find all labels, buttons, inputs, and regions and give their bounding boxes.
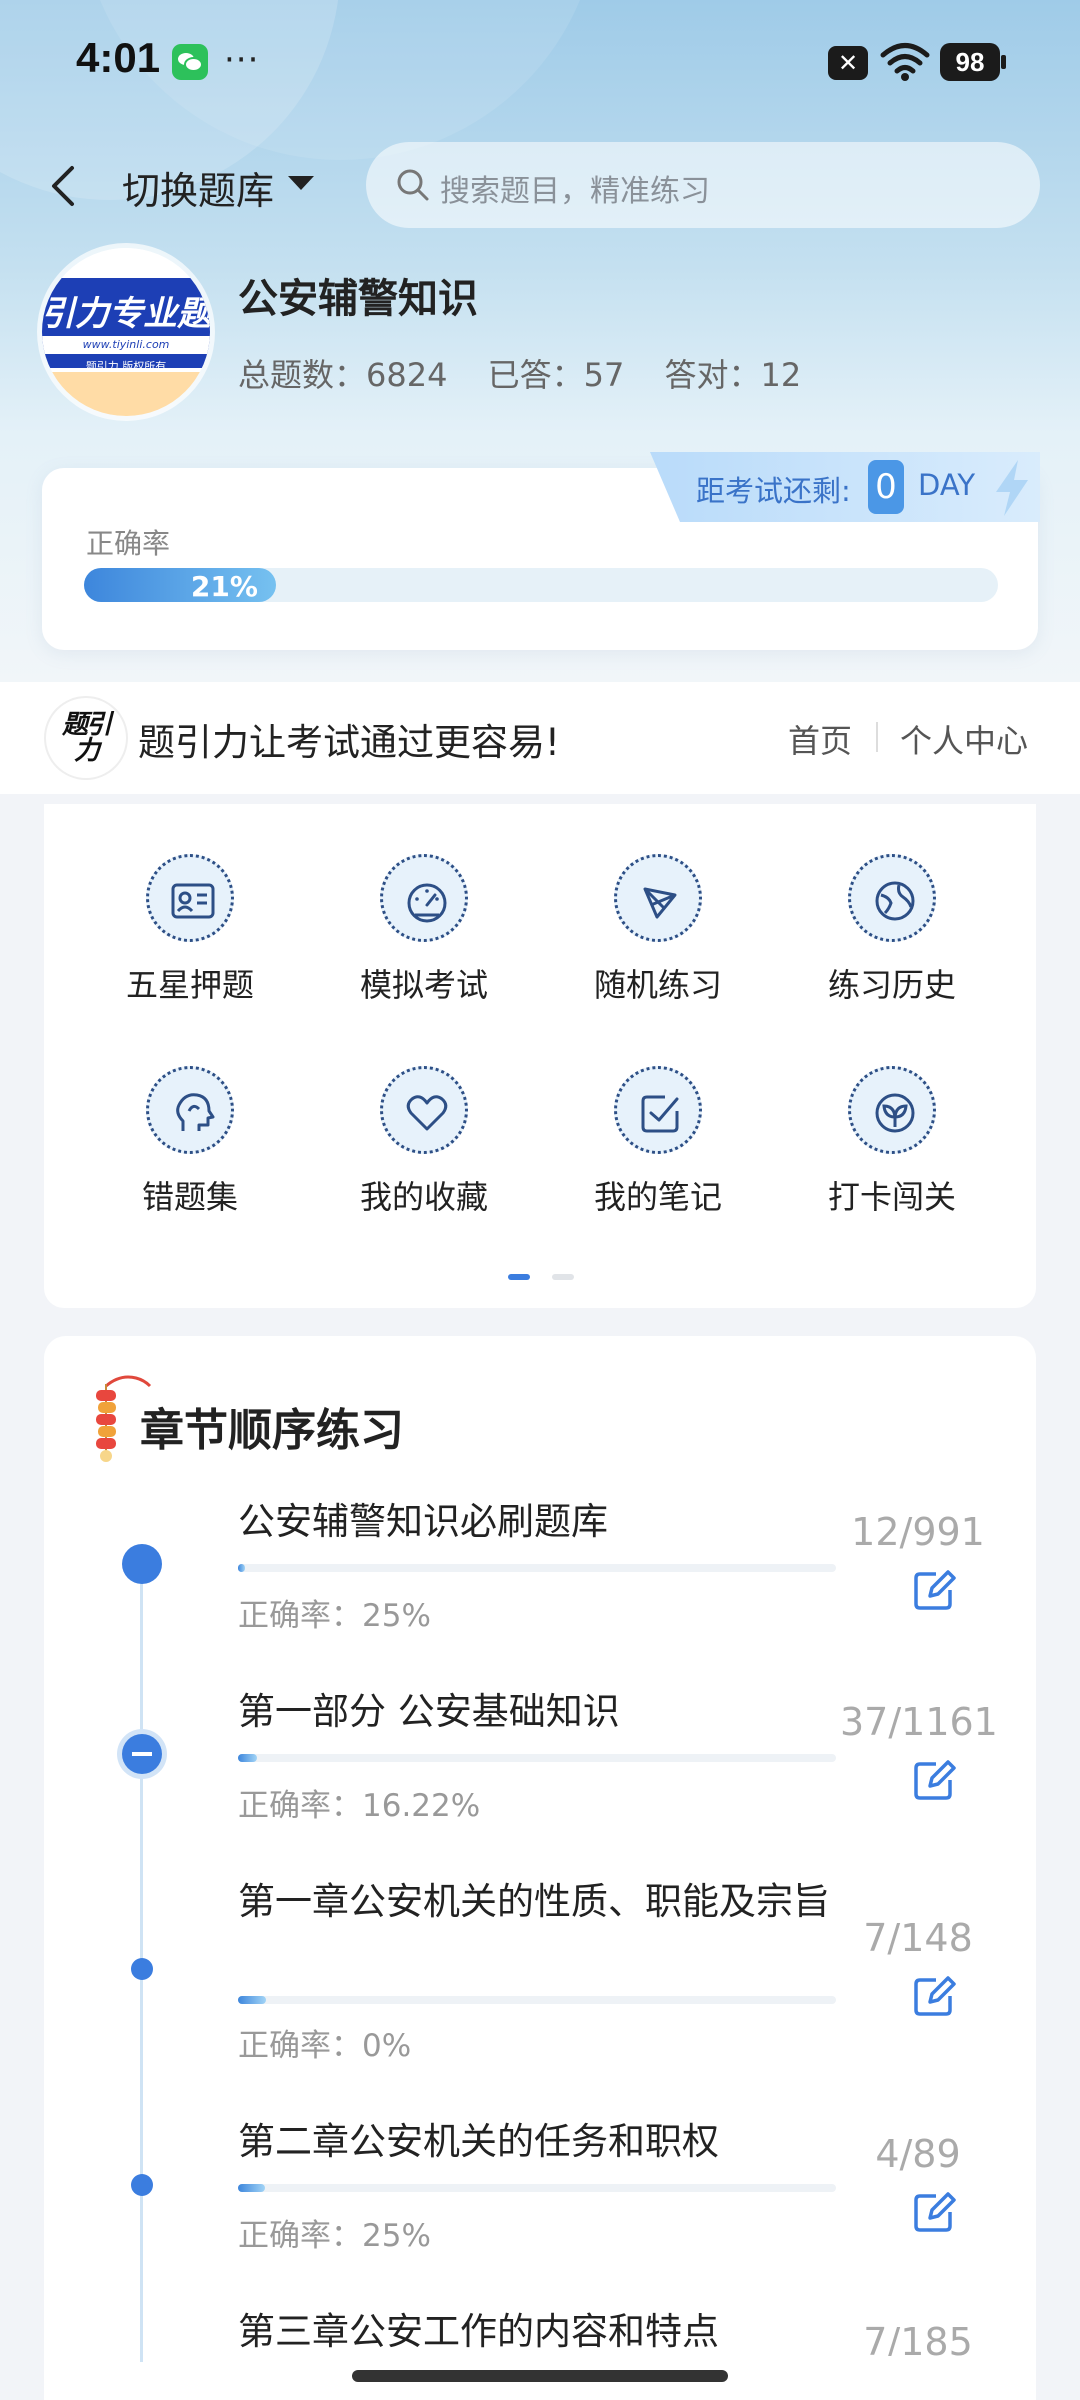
search-input[interactable]: 搜索题目，精准练习 — [366, 142, 1040, 228]
nav-home-link[interactable]: 首页 — [788, 716, 852, 762]
chapter-progress-bar — [238, 1564, 836, 1572]
head-icon — [146, 1066, 234, 1154]
chapter-count: 7/185 — [863, 2320, 973, 2356]
bank-logo: 引力专业题 www.tiyinli.com 题引力 版权所有 — [42, 248, 210, 416]
search-placeholder: 搜索题目，精准练习 — [440, 174, 710, 209]
accuracy-label: 正确率 — [86, 527, 171, 560]
status-time: 4:01 — [76, 34, 161, 81]
edit-icon[interactable] — [912, 1974, 958, 2018]
chapter-progress-fill — [238, 2184, 265, 2192]
switch-bank-button[interactable]: 切换题库 — [122, 160, 274, 215]
grid-label: 我的收藏 — [359, 1178, 488, 1216]
id-card-icon — [146, 854, 234, 942]
chapter-accuracy: 正确率：25% — [238, 2218, 431, 2254]
note-check-icon — [614, 1066, 702, 1154]
collapse-minus-icon[interactable] — [122, 1734, 162, 1774]
chapter-progress-fill — [238, 1564, 246, 1572]
page-indicator-active[interactable] — [508, 1274, 530, 1280]
grid-item-favorites[interactable]: 我的收藏 — [324, 1066, 524, 1226]
accuracy-value: 21% — [190, 570, 258, 603]
grid-label: 打卡闯关 — [827, 1178, 956, 1216]
grid-label: 五星押题 — [125, 966, 254, 1004]
bank-title: 公安辅警知识 — [238, 276, 478, 322]
chapter-count: 7/148 — [863, 1916, 973, 1960]
countdown-days: 0 — [868, 460, 904, 514]
edit-icon[interactable] — [912, 1758, 958, 1802]
bank-stats: 总题数：6824 已答：57 答对：12 — [238, 350, 831, 396]
chapter-count: 4/89 — [875, 2132, 961, 2176]
countdown-unit: DAY — [918, 468, 976, 502]
grid-item-wrong-questions[interactable]: 错题集 — [90, 1066, 290, 1226]
total-stat: 总题数：6824 — [238, 356, 448, 394]
chapter-name: 第一部分 公安基础知识 — [238, 1690, 620, 1733]
edit-icon[interactable] — [912, 2190, 958, 2234]
logo-url: www.tiyinli.com — [42, 336, 210, 354]
more-notifications-icon: ··· — [224, 40, 260, 80]
countdown-label: 距考试还剩: — [696, 474, 851, 508]
edit-icon[interactable] — [912, 1568, 958, 1612]
correct-stat: 答对：12 — [664, 356, 802, 394]
banner-logo-text: 题引力 — [61, 710, 112, 766]
grid-item-mock-exam[interactable]: 模拟考试 — [324, 854, 524, 1014]
chapter-name: 第一章公安机关的性质、职能及宗旨 — [238, 1880, 830, 1923]
status-bar: 4:01 ··· ✕ 98 — [0, 0, 1080, 130]
function-grid: 五星押题 模拟考试 随机练习 练习历史 错题集 我的收藏 我的笔记 打卡闯关 — [44, 804, 1036, 1308]
chapter-count: 37/1161 — [840, 1700, 998, 1744]
chapter-section-title: 章节顺序练习 — [140, 1405, 404, 1456]
banner-logo: 题引力 — [46, 698, 126, 778]
chapter-accuracy: 正确率：25% — [238, 1598, 431, 1634]
chapter-accuracy: 正确率：0% — [238, 2028, 412, 2064]
home-indicator[interactable] — [352, 2370, 728, 2382]
sprout-icon — [848, 1066, 936, 1154]
answered-stat: 已答：57 — [487, 356, 625, 394]
chapter-progress-bar — [238, 1754, 836, 1762]
back-arrow-icon[interactable] — [44, 158, 84, 214]
nav-divider — [876, 722, 878, 752]
accuracy-progress-bar: 21% — [84, 568, 998, 603]
shuffle-icon — [614, 854, 702, 942]
chapter-name: 第二章公安机关的任务和职权 — [238, 2120, 719, 2163]
wifi-icon — [880, 43, 930, 81]
chapter-name: 第三章公安工作的内容和特点 — [238, 2310, 719, 2353]
globe-icon — [848, 854, 936, 942]
chapter-progress-fill — [238, 1754, 258, 1762]
chapter-progress-fill — [238, 1996, 267, 2004]
grid-item-history[interactable]: 练习历史 — [792, 854, 992, 1014]
search-icon — [397, 169, 429, 201]
chapter-progress-bar — [238, 1996, 836, 2004]
grid-item-five-star[interactable]: 五星押题 — [90, 854, 290, 1014]
battery-icon: 98 — [940, 43, 1006, 81]
timeline-node — [131, 1958, 153, 1980]
grid-label: 练习历史 — [827, 966, 956, 1004]
chapter-accuracy: 正确率：16.22% — [238, 1788, 481, 1824]
exam-countdown-badge[interactable]: 距考试还剩: 0 DAY — [650, 452, 1040, 522]
lightning-icon — [996, 460, 1028, 516]
timeline-node — [122, 1544, 162, 1584]
page-indicator[interactable] — [552, 1274, 574, 1280]
chapter-count: 12/991 — [851, 1510, 985, 1554]
wechat-icon — [172, 44, 208, 80]
grid-item-notes[interactable]: 我的笔记 — [558, 1066, 758, 1226]
grid-label: 随机练习 — [593, 966, 722, 1004]
grid-label: 错题集 — [141, 1178, 238, 1216]
heart-icon — [380, 1066, 468, 1154]
grid-item-random-practice[interactable]: 随机练习 — [558, 854, 758, 1014]
caret-down-icon[interactable] — [288, 176, 314, 190]
chapter-progress-bar — [238, 2184, 836, 2192]
chapter-row[interactable]: 第三章公安工作的内容和特点 7/185 — [0, 2300, 1080, 2356]
speedometer-icon — [380, 854, 468, 942]
accuracy-fill: 21% — [84, 568, 276, 603]
grid-label: 模拟考试 — [359, 966, 488, 1004]
chapter-name: 公安辅警知识必刷题库 — [238, 1500, 608, 1543]
grid-item-checkin[interactable]: 打卡闯关 — [792, 1066, 992, 1226]
no-sim-icon: ✕ — [828, 46, 868, 80]
grid-label: 我的笔记 — [593, 1178, 722, 1216]
timeline-node — [131, 2174, 153, 2196]
banner-slogan: 题引力让考试通过更容易! — [138, 721, 560, 764]
nav-profile-link[interactable]: 个人中心 — [900, 716, 1028, 762]
logo-title: 引力专业题 — [42, 295, 210, 333]
